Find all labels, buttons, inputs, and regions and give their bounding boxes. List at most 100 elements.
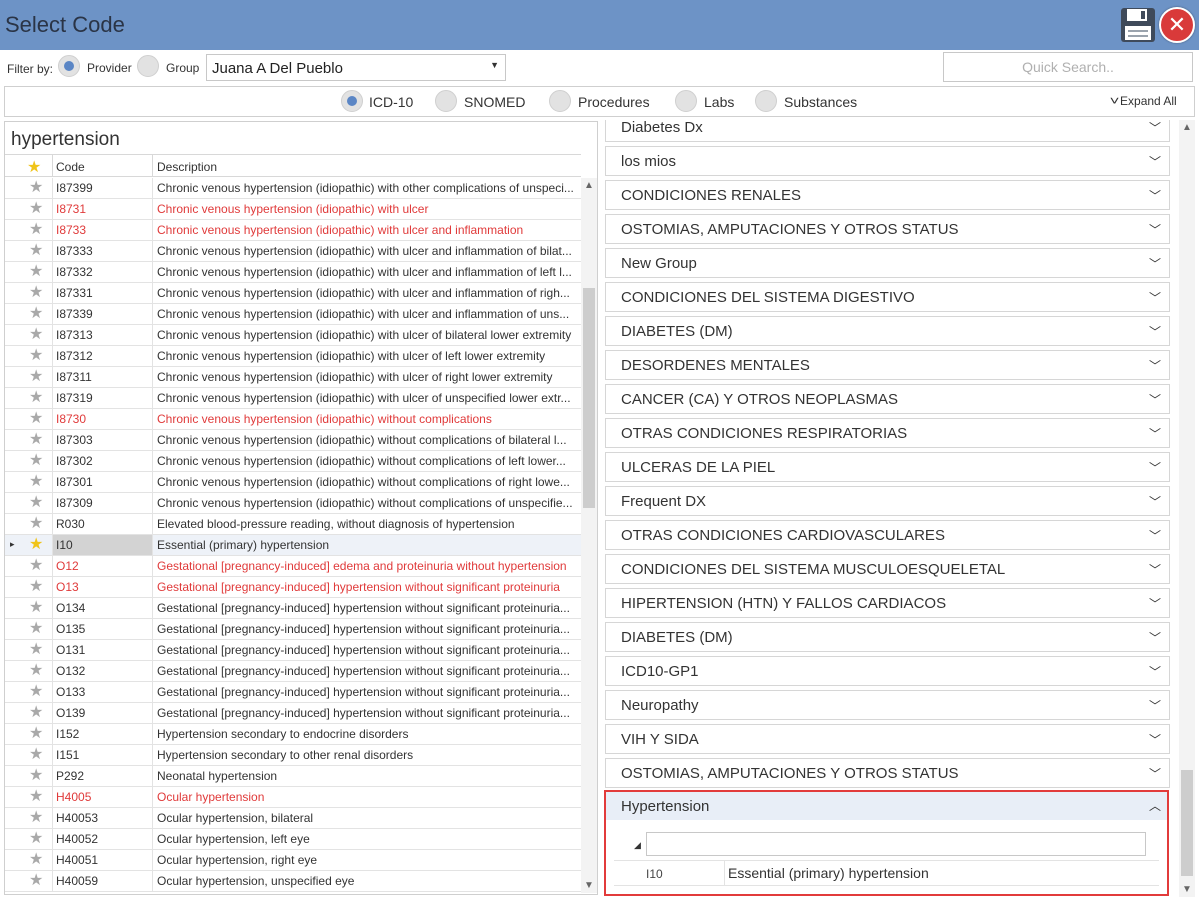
star-icon[interactable]: ★ [29, 452, 43, 470]
chevron-down-icon[interactable]: ﹀ [1149, 255, 1161, 272]
group-header[interactable]: ULCERAS DE LA PIEL ﹀ [605, 452, 1170, 482]
group-header[interactable]: DIABETES (DM) ﹀ [605, 622, 1170, 652]
star-icon[interactable]: ★ [29, 620, 43, 638]
results-scrollbar[interactable]: ▲ ▼ [581, 178, 597, 893]
table-row[interactable]: ★ O13 Gestational [pregnancy-induced] hype… [5, 577, 581, 598]
table-row[interactable]: ★ H40051 Ocular hypertension, right eye [5, 850, 581, 871]
snomed-radio[interactable] [435, 90, 457, 112]
table-row[interactable]: ★ O135 Gestational [pregnancy-induced] hyp… [5, 619, 581, 640]
table-row[interactable]: ★ I8731 Chronic venous hypertension (idiop… [5, 199, 581, 220]
star-icon[interactable]: ★ [29, 662, 43, 680]
table-row[interactable]: ★ I152 Hypertension secondary to endocrine… [5, 724, 581, 745]
provider-radio[interactable] [58, 55, 80, 77]
star-icon[interactable]: ★ [29, 389, 43, 407]
procedures-radio[interactable] [549, 90, 571, 112]
code-column-header[interactable]: Code [56, 160, 85, 174]
group-header[interactable]: HIPERTENSION (HTN) Y FALLOS CARDIACOS ﹀ [605, 588, 1170, 618]
group-header[interactable]: VIH Y SIDA ﹀ [605, 724, 1170, 754]
table-row[interactable]: ★ O133 Gestational [pregnancy-induced] hyp… [5, 682, 581, 703]
chevron-down-icon[interactable]: ﹀ [1149, 425, 1161, 442]
chevron-down-icon[interactable]: ﹀ [1149, 731, 1161, 748]
table-row[interactable]: ★ O132 Gestational [pregnancy-induced] hyp… [5, 661, 581, 682]
table-row[interactable]: ★ O134 Gestational [pregnancy-induced] hyp… [5, 598, 581, 619]
labs-radio[interactable] [675, 90, 697, 112]
groups-scrollbar[interactable]: ▲ ▼ [1179, 120, 1195, 897]
star-icon[interactable]: ★ [29, 326, 43, 344]
table-row[interactable]: ★ I87332 Chronic venous hypertension (idio… [5, 262, 581, 283]
quick-search-input[interactable] [943, 52, 1193, 82]
group-item-row[interactable]: I10 Essential (primary) hypertension [614, 860, 1159, 886]
table-row[interactable]: ★ I87303 Chronic venous hypertension (idio… [5, 430, 581, 451]
chevron-down-icon[interactable]: ﹀ [1149, 527, 1161, 544]
table-row[interactable]: ▸ ★ I10 Essential (primary) hypertension [5, 535, 581, 556]
group-header[interactable]: CONDICIONES RENALES ﹀ [605, 180, 1170, 210]
star-icon[interactable]: ★ [29, 515, 43, 533]
table-row[interactable]: ★ I8730 Chronic venous hypertension (idiop… [5, 409, 581, 430]
star-icon[interactable]: ★ [29, 767, 43, 785]
chevron-down-icon[interactable]: ﹀ [1149, 595, 1161, 612]
star-icon[interactable]: ★ [29, 473, 43, 491]
chevron-down-icon[interactable]: ﹀ [1149, 663, 1161, 680]
scroll-down-icon[interactable]: ▼ [1182, 884, 1192, 895]
table-row[interactable]: ★ I87339 Chronic venous hypertension (idio… [5, 304, 581, 325]
table-row[interactable]: ★ O131 Gestational [pregnancy-induced] hyp… [5, 640, 581, 661]
star-icon[interactable]: ★ [29, 704, 43, 722]
table-row[interactable]: ★ I151 Hypertension secondary to other ren… [5, 745, 581, 766]
table-row[interactable]: ★ I87312 Chronic venous hypertension (idio… [5, 346, 581, 367]
substances-radio[interactable] [755, 90, 777, 112]
chevron-down-icon[interactable]: ﹀ [1149, 187, 1161, 204]
table-row[interactable]: ★ H40059 Ocular hypertension, unspecified … [5, 871, 581, 892]
star-icon[interactable]: ★ [29, 746, 43, 764]
group-header[interactable]: DIABETES (DM) ﹀ [605, 316, 1170, 346]
star-icon[interactable]: ★ [29, 788, 43, 806]
table-row[interactable]: ★ I87311 Chronic venous hypertension (idio… [5, 367, 581, 388]
group-header[interactable]: OTRAS CONDICIONES CARDIOVASCULARES ﹀ [605, 520, 1170, 550]
table-row[interactable]: ★ I87309 Chronic venous hypertension (idio… [5, 493, 581, 514]
star-icon[interactable]: ★ [29, 263, 43, 281]
star-icon[interactable]: ★ [29, 641, 43, 659]
table-row[interactable]: ★ I87313 Chronic venous hypertension (idio… [5, 325, 581, 346]
chevron-down-icon[interactable]: ﹀ [1149, 357, 1161, 374]
table-row[interactable]: ★ H40053 Ocular hypertension, bilateral [5, 808, 581, 829]
scrollbar-thumb[interactable] [583, 288, 595, 508]
close-button[interactable]: ✕ [1159, 7, 1195, 43]
star-icon[interactable]: ★ [29, 431, 43, 449]
chevron-up-icon[interactable]: ︿ [1149, 797, 1161, 814]
group-header[interactable]: OSTOMIAS, AMPUTACIONES Y OTROS STATUS ﹀ [605, 214, 1170, 244]
group-header[interactable]: DESORDENES MENTALES ﹀ [605, 350, 1170, 380]
chevron-down-icon[interactable]: ﹀ [1149, 153, 1161, 170]
expand-all-button[interactable]: ˅Expand All [1110, 94, 1177, 108]
star-icon[interactable]: ★ [29, 578, 43, 596]
chevron-down-icon[interactable]: ﹀ [1149, 221, 1161, 238]
group-header[interactable]: CONDICIONES DEL SISTEMA MUSCULOESQUELETA… [605, 554, 1170, 584]
star-icon[interactable]: ★ [29, 725, 43, 743]
star-icon[interactable]: ★ [29, 557, 43, 575]
star-icon[interactable]: ★ [29, 683, 43, 701]
star-icon[interactable]: ★ [29, 410, 43, 428]
chevron-down-icon[interactable]: ﹀ [1149, 561, 1161, 578]
group-radio[interactable] [137, 55, 159, 77]
table-row[interactable]: ★ H40052 Ocular hypertension, left eye [5, 829, 581, 850]
star-icon[interactable]: ★ [29, 305, 43, 323]
chevron-down-icon[interactable]: ﹀ [1149, 120, 1161, 136]
table-row[interactable]: ★ H4005 Ocular hypertension [5, 787, 581, 808]
chevron-down-icon[interactable]: ﹀ [1149, 765, 1161, 782]
table-row[interactable]: ★ I87333 Chronic venous hypertension (idio… [5, 241, 581, 262]
chevron-down-icon[interactable]: ﹀ [1149, 289, 1161, 306]
star-icon[interactable]: ★ [29, 809, 43, 827]
star-icon[interactable]: ★ [29, 200, 43, 218]
favorite-column-star-icon[interactable]: ★ [27, 157, 41, 177]
group-header[interactable]: los mios ﹀ [605, 146, 1170, 176]
group-filter-input[interactable] [646, 832, 1146, 856]
star-icon[interactable]: ★ [29, 284, 43, 302]
star-icon[interactable]: ★ [29, 368, 43, 386]
group-header[interactable]: CANCER (CA) Y OTROS NEOPLASMAS ﹀ [605, 384, 1170, 414]
group-header[interactable]: Frequent DX ﹀ [605, 486, 1170, 516]
group-header[interactable]: Neuropathy ﹀ [605, 690, 1170, 720]
provider-dropdown[interactable]: Juana A Del Pueblo ▼ [206, 54, 506, 81]
table-row[interactable]: ★ I87331 Chronic venous hypertension (idio… [5, 283, 581, 304]
star-icon[interactable]: ★ [29, 599, 43, 617]
table-row[interactable]: ★ I87319 Chronic venous hypertension (idio… [5, 388, 581, 409]
scroll-up-icon[interactable]: ▲ [1182, 122, 1192, 133]
star-icon[interactable]: ★ [29, 494, 43, 512]
